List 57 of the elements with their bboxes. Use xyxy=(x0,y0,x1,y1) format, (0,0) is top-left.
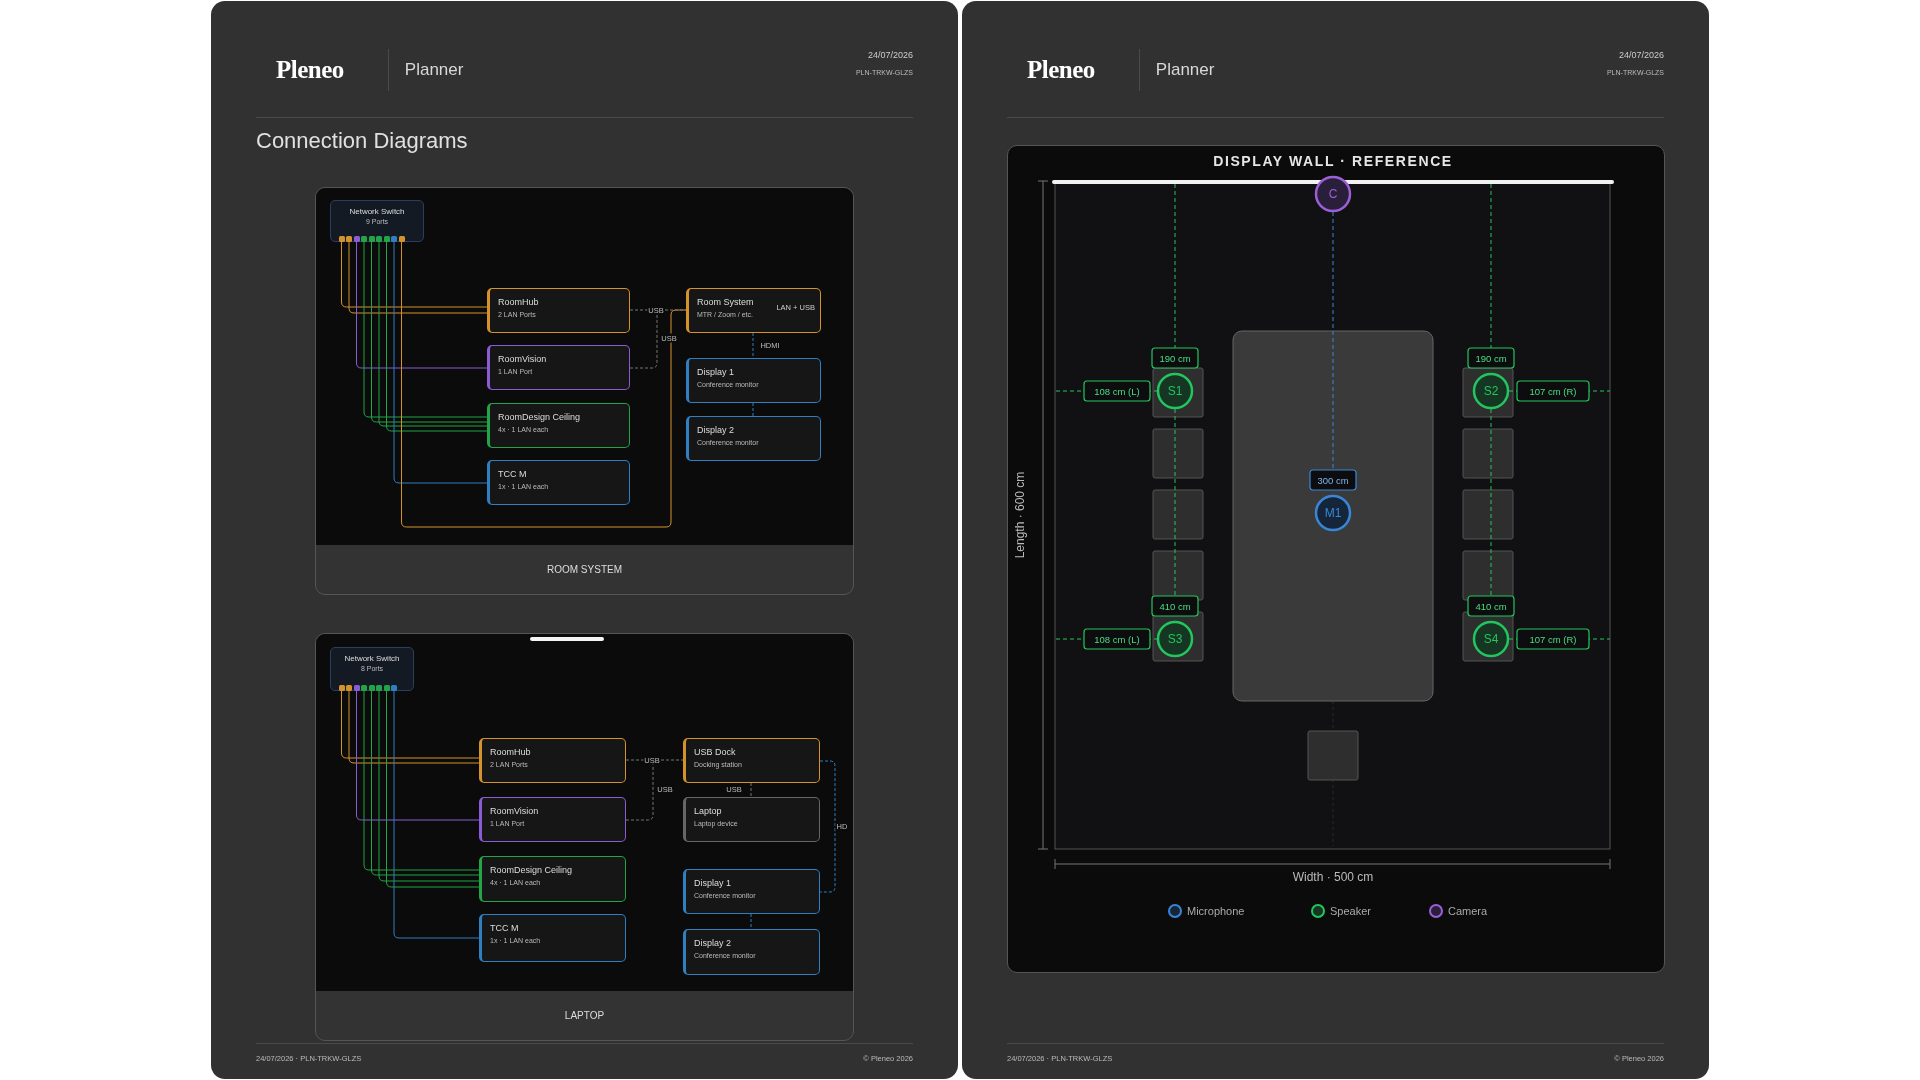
legend-label: Camera xyxy=(1448,905,1488,917)
chair xyxy=(1152,428,1204,479)
device-name: Display 2 xyxy=(697,425,735,435)
diagram-caption: LAPTOP xyxy=(563,1009,606,1023)
switch-name: Network Switch xyxy=(349,207,405,216)
page-title: Connection Diagrams xyxy=(256,128,469,154)
legend-dot xyxy=(1168,904,1182,918)
logo: Pleneo xyxy=(276,56,344,84)
speaker-marker: S3 xyxy=(1156,620,1194,658)
device-name: Room System xyxy=(697,297,755,307)
legend-dot xyxy=(1311,904,1325,918)
chair xyxy=(1462,489,1514,540)
device-name: RoomHub xyxy=(490,747,532,757)
distance-label: 108 cm (L) xyxy=(1083,628,1151,650)
chair xyxy=(1152,489,1204,540)
device-name: RoomDesign Ceiling xyxy=(498,412,582,422)
app-title: Planner xyxy=(1155,60,1215,80)
microphone-marker: M1 xyxy=(1314,494,1352,532)
length-label: Length · 600 cm xyxy=(1013,471,1028,559)
distance-label: 108 cm (L) xyxy=(1083,380,1151,402)
distance-label: 410 cm xyxy=(1467,595,1515,617)
device-name: Laptop xyxy=(694,806,723,816)
width-label: Width · 500 cm xyxy=(1292,870,1374,884)
distance-label: 300 cm xyxy=(1309,469,1357,491)
distance-label: 190 cm xyxy=(1467,347,1515,369)
wall-title: DISPLAY WALL · REFERENCE xyxy=(1213,153,1453,169)
distance-label: 107 cm (R) xyxy=(1516,380,1590,402)
device-name: TCC M xyxy=(498,469,528,479)
device-name: RoomHub xyxy=(498,297,540,307)
chair xyxy=(1307,730,1359,781)
logo: Pleneo xyxy=(1027,56,1095,84)
document-date: 24/07/2026 xyxy=(867,50,913,60)
diagram-caption: ROOM SYSTEM xyxy=(546,563,623,577)
device-name: Display 2 xyxy=(694,938,732,948)
device-name: RoomVision xyxy=(498,354,548,364)
switch-name: Network Switch xyxy=(344,654,400,663)
device-name: RoomDesign Ceiling xyxy=(490,865,574,875)
legend-dot xyxy=(1429,904,1443,918)
device-name: TCC M xyxy=(490,923,520,933)
cable-line xyxy=(752,332,754,359)
distance-label: 410 cm xyxy=(1151,595,1199,617)
speaker-marker: S4 xyxy=(1472,620,1510,658)
device-name: Display 1 xyxy=(694,878,732,888)
chair xyxy=(1462,428,1514,479)
distance-label: 190 cm xyxy=(1151,347,1199,369)
device-name: USB Dock xyxy=(694,747,737,757)
document-date: 24/07/2026 xyxy=(1618,50,1664,60)
speaker-marker: S2 xyxy=(1472,372,1510,410)
distance-label: 107 cm (R) xyxy=(1516,628,1590,650)
speaker-marker: S1 xyxy=(1156,372,1194,410)
legend-label: Speaker xyxy=(1330,905,1371,917)
cable-line xyxy=(750,782,752,798)
app-title: Planner xyxy=(404,60,464,80)
legend-label: Microphone xyxy=(1187,905,1245,917)
device-name: RoomVision xyxy=(490,806,540,816)
camera-marker: C xyxy=(1314,175,1352,213)
device-name: Display 1 xyxy=(697,367,735,377)
